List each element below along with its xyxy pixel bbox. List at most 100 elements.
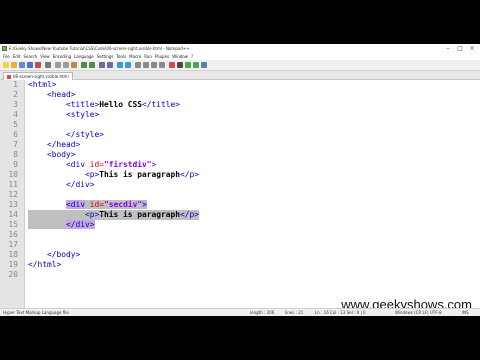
status-language: Hyper Text Markup Language file <box>3 310 69 315</box>
code-text: </style> <box>28 130 105 139</box>
menu-language[interactable]: Language <box>74 54 94 59</box>
code-text: <body> <box>28 150 76 159</box>
line-number: 11 <box>8 180 18 189</box>
window-title: E:\Geeky Shows\New Youtube Tutorial\CSS\… <box>9 46 190 51</box>
code-text: <div id="firstdiv"> <box>28 160 157 169</box>
save-macro-icon[interactable] <box>201 62 207 68</box>
run-macro-multiple-icon[interactable] <box>193 62 199 68</box>
code-line: 17 <box>0 240 480 250</box>
record-macro-icon[interactable] <box>169 62 175 68</box>
show-all-chars-icon[interactable] <box>151 62 157 68</box>
copy-icon[interactable] <box>63 62 69 68</box>
code-line: 1 <html> <box>0 80 480 90</box>
sync-scroll-icon[interactable] <box>135 62 141 68</box>
line-number: 4 <box>13 110 18 119</box>
code-editor[interactable]: 1 <html> 2 <head> 3 <title>Hello CSS</ti… <box>0 80 480 308</box>
code-line: 3 <title>Hello CSS</title> <box>0 100 480 110</box>
cut-icon[interactable] <box>55 62 61 68</box>
code-text: <style> <box>28 110 100 119</box>
line-number: 12 <box>8 190 18 199</box>
code-line: 7 </head> <box>0 140 480 150</box>
undo-icon[interactable] <box>81 62 87 68</box>
menu-window[interactable]: Window <box>172 54 188 59</box>
code-text: </head> <box>28 140 81 149</box>
paste-icon[interactable] <box>71 62 77 68</box>
replace-icon[interactable] <box>107 62 113 68</box>
code-text: <head> <box>28 90 76 99</box>
menu-plugins[interactable]: Plugins <box>155 54 169 59</box>
indent-guide-icon[interactable] <box>159 62 165 68</box>
new-file-icon[interactable] <box>3 62 9 68</box>
code-text: <p>This is paragraph</p> <box>28 170 200 179</box>
line-number: 7 <box>13 140 18 149</box>
close-icon[interactable]: × <box>466 44 478 53</box>
menu-edit[interactable]: Edit <box>13 54 21 59</box>
toolbar <box>0 60 480 71</box>
print-icon[interactable] <box>45 62 51 68</box>
close-file-icon[interactable] <box>35 62 41 68</box>
find-icon[interactable] <box>99 62 105 68</box>
code-line: 20 <box>0 270 480 280</box>
status-lines: lines : 21 <box>285 310 304 315</box>
save-icon[interactable] <box>19 62 25 68</box>
word-wrap-icon[interactable] <box>143 62 149 68</box>
line-number: 17 <box>8 240 18 249</box>
tab-bar: 06-screen-sight.visible.html <box>0 71 480 80</box>
code-text: </html> <box>28 260 62 269</box>
menu-file[interactable]: File <box>3 54 10 59</box>
code-line: 18 </body> <box>0 250 480 260</box>
code-line: 5 <box>0 120 480 130</box>
menu-help[interactable]: ? <box>191 54 193 59</box>
code-line-selected: 14 <p>This is paragraph</p> <box>0 210 480 220</box>
menu-view[interactable]: View <box>40 54 50 59</box>
line-number: 10 <box>8 170 18 179</box>
line-number: 20 <box>8 270 18 279</box>
zoom-in-icon[interactable] <box>117 62 123 68</box>
line-number: 9 <box>13 160 18 169</box>
line-number: 6 <box>13 130 18 139</box>
redo-icon[interactable] <box>89 62 95 68</box>
save-all-icon[interactable] <box>27 62 33 68</box>
menu-tools[interactable]: Tools <box>116 54 126 59</box>
code-text: <title>Hello CSS</title> <box>28 100 181 109</box>
line-number: 3 <box>13 100 18 109</box>
play-macro-icon[interactable] <box>185 62 191 68</box>
menu-settings[interactable]: Settings <box>97 54 113 59</box>
menu-bar: File Edit Search View Encoding Language … <box>0 53 480 60</box>
menu-search[interactable]: Search <box>23 54 37 59</box>
line-number: 14 <box>8 210 18 219</box>
status-length: length : 206 <box>250 310 275 315</box>
line-number: 19 <box>8 260 18 269</box>
title-bar: E:\Geeky Shows\New Youtube Tutorial\CSS\… <box>0 44 480 53</box>
notepadpp-app-icon <box>2 46 7 51</box>
stop-macro-icon[interactable] <box>177 62 183 68</box>
code-text: <div id="secdiv"> <box>66 200 147 209</box>
menu-encoding[interactable]: Encoding <box>53 54 71 59</box>
code-line: 16 <box>0 230 480 240</box>
tab-active-file[interactable]: 06-screen-sight.visible.html <box>3 72 73 80</box>
tab-label: 06-screen-sight.visible.html <box>13 74 69 79</box>
line-number: 2 <box>13 90 18 99</box>
zoom-out-icon[interactable] <box>125 62 131 68</box>
status-encoding: UTF-8 <box>430 310 442 315</box>
code-text: </div> <box>28 180 95 189</box>
line-number: 15 <box>8 220 18 229</box>
line-number: 5 <box>13 120 18 129</box>
line-number: 16 <box>8 230 18 239</box>
code-line: 6 </style> <box>0 130 480 140</box>
code-line: 10 <p>This is paragraph</p> <box>0 170 480 180</box>
minimize-icon[interactable]: – <box>442 44 454 53</box>
code-text: </body> <box>28 250 81 259</box>
code-line: 11 </div> <box>0 180 480 190</box>
line-number: 8 <box>13 150 18 159</box>
line-number: 1 <box>13 80 18 89</box>
line-number: 13 <box>8 200 18 209</box>
code-line: 9 <div id="firstdiv"> <box>0 160 480 170</box>
open-file-icon[interactable] <box>11 62 17 68</box>
code-line-selected: 13 <div id="secdiv"> <box>0 200 480 210</box>
menu-macro[interactable]: Macro <box>129 54 141 59</box>
code-line: 4 <style> <box>0 110 480 120</box>
menu-run[interactable]: Run <box>144 54 152 59</box>
maximize-icon[interactable]: □ <box>454 44 466 53</box>
line-number: 18 <box>8 250 18 259</box>
